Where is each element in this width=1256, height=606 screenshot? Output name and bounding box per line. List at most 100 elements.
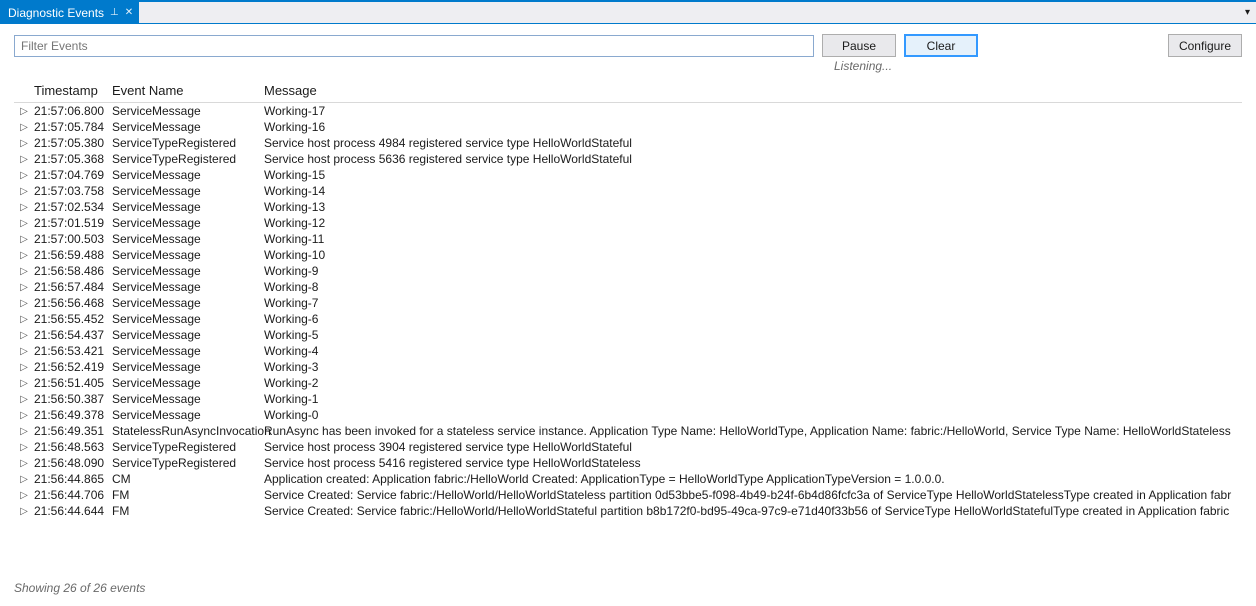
cell-timestamp: 21:56:58.486 <box>34 264 112 278</box>
cell-event-name: ServiceMessage <box>112 232 264 246</box>
expand-icon[interactable]: ▷ <box>14 186 34 197</box>
table-row[interactable]: ▷21:56:57.484ServiceMessageWorking-8 <box>14 279 1242 295</box>
table-row[interactable]: ▷21:56:51.405ServiceMessageWorking-2 <box>14 375 1242 391</box>
cell-message: Service host process 5636 registered ser… <box>264 152 1242 166</box>
expand-icon[interactable]: ▷ <box>14 234 34 245</box>
cell-timestamp: 21:56:49.378 <box>34 408 112 422</box>
expand-icon[interactable]: ▷ <box>14 218 34 229</box>
expand-icon[interactable]: ▷ <box>14 378 34 389</box>
table-row[interactable]: ▷21:56:44.644FMService Created: Service … <box>14 503 1242 519</box>
cell-message: Working-13 <box>264 200 1242 214</box>
expand-icon[interactable]: ▷ <box>14 138 34 149</box>
table-row[interactable]: ▷21:56:55.452ServiceMessageWorking-6 <box>14 311 1242 327</box>
expand-icon[interactable]: ▷ <box>14 474 34 485</box>
grid-header: Timestamp Event Name Message <box>14 79 1242 103</box>
expand-icon[interactable]: ▷ <box>14 282 34 293</box>
table-row[interactable]: ▷21:56:44.706FMService Created: Service … <box>14 487 1242 503</box>
table-row[interactable]: ▷21:57:05.784ServiceMessageWorking-16 <box>14 119 1242 135</box>
expand-icon[interactable]: ▷ <box>14 362 34 373</box>
close-icon[interactable]: ✕ <box>125 7 133 18</box>
cell-timestamp: 21:56:50.387 <box>34 392 112 406</box>
expand-icon[interactable]: ▷ <box>14 298 34 309</box>
table-row[interactable]: ▷21:57:06.800ServiceMessageWorking-17 <box>14 103 1242 119</box>
table-row[interactable]: ▷21:57:03.758ServiceMessageWorking-14 <box>14 183 1242 199</box>
expand-icon[interactable]: ▷ <box>14 426 34 437</box>
expand-icon[interactable]: ▷ <box>14 314 34 325</box>
tab-title: Diagnostic Events <box>8 6 104 20</box>
cell-event-name: CM <box>112 472 264 486</box>
cell-timestamp: 21:56:52.419 <box>34 360 112 374</box>
expand-icon[interactable]: ▷ <box>14 330 34 341</box>
table-row[interactable]: ▷21:56:52.419ServiceMessageWorking-3 <box>14 359 1242 375</box>
table-row[interactable]: ▷21:56:49.351StatelessRunAsyncInvocation… <box>14 423 1242 439</box>
table-row[interactable]: ▷21:56:48.090ServiceTypeRegisteredServic… <box>14 455 1242 471</box>
expand-icon[interactable]: ▷ <box>14 506 34 517</box>
cell-message: Working-4 <box>264 344 1242 358</box>
col-header-event-name[interactable]: Event Name <box>112 83 264 98</box>
table-row[interactable]: ▷21:56:53.421ServiceMessageWorking-4 <box>14 343 1242 359</box>
cell-timestamp: 21:56:51.405 <box>34 376 112 390</box>
cell-timestamp: 21:56:49.351 <box>34 424 112 438</box>
expand-icon[interactable]: ▷ <box>14 490 34 501</box>
cell-event-name: FM <box>112 504 264 518</box>
table-row[interactable]: ▷21:56:58.486ServiceMessageWorking-9 <box>14 263 1242 279</box>
cell-timestamp: 21:57:06.800 <box>34 104 112 118</box>
table-row[interactable]: ▷21:56:59.488ServiceMessageWorking-10 <box>14 247 1242 263</box>
cell-message: Working-17 <box>264 104 1242 118</box>
cell-message: Working-5 <box>264 328 1242 342</box>
cell-event-name: ServiceMessage <box>112 248 264 262</box>
expand-icon[interactable]: ▷ <box>14 442 34 453</box>
cell-event-name: ServiceMessage <box>112 376 264 390</box>
table-row[interactable]: ▷21:56:44.865CMApplication created: Appl… <box>14 471 1242 487</box>
expand-icon[interactable]: ▷ <box>14 106 34 117</box>
table-row[interactable]: ▷21:57:02.534ServiceMessageWorking-13 <box>14 199 1242 215</box>
footer-count: Showing 26 of 26 events <box>0 575 1256 601</box>
cell-event-name: ServiceMessage <box>112 408 264 422</box>
expand-icon[interactable]: ▷ <box>14 202 34 213</box>
cell-message: Service host process 3904 registered ser… <box>264 440 1242 454</box>
expand-icon[interactable]: ▷ <box>14 154 34 165</box>
pause-button[interactable]: Pause <box>822 34 896 57</box>
filter-input[interactable] <box>14 35 814 57</box>
cell-timestamp: 21:57:05.380 <box>34 136 112 150</box>
events-grid: Timestamp Event Name Message ▷21:57:06.8… <box>0 79 1256 575</box>
window-menu-icon[interactable]: ▾ <box>1245 7 1250 18</box>
cell-event-name: FM <box>112 488 264 502</box>
cell-timestamp: 21:56:56.468 <box>34 296 112 310</box>
col-header-message[interactable]: Message <box>264 83 1242 98</box>
expand-icon[interactable]: ▷ <box>14 266 34 277</box>
expand-icon[interactable]: ▷ <box>14 250 34 261</box>
cell-message: Working-14 <box>264 184 1242 198</box>
clear-button[interactable]: Clear <box>904 34 978 57</box>
expand-icon[interactable]: ▷ <box>14 394 34 405</box>
cell-message: Working-16 <box>264 120 1242 134</box>
expand-icon[interactable]: ▷ <box>14 170 34 181</box>
table-row[interactable]: ▷21:57:00.503ServiceMessageWorking-11 <box>14 231 1242 247</box>
table-row[interactable]: ▷21:57:05.380ServiceTypeRegisteredServic… <box>14 135 1242 151</box>
cell-timestamp: 21:56:48.563 <box>34 440 112 454</box>
table-row[interactable]: ▷21:57:04.769ServiceMessageWorking-15 <box>14 167 1242 183</box>
pin-icon[interactable]: ⊥ <box>110 7 119 18</box>
table-row[interactable]: ▷21:56:54.437ServiceMessageWorking-5 <box>14 327 1242 343</box>
tab-diagnostic-events[interactable]: Diagnostic Events ⊥ ✕ <box>0 2 139 23</box>
cell-event-name: ServiceMessage <box>112 216 264 230</box>
configure-button[interactable]: Configure <box>1168 34 1242 57</box>
col-header-timestamp[interactable]: Timestamp <box>34 83 112 98</box>
table-row[interactable]: ▷21:56:56.468ServiceMessageWorking-7 <box>14 295 1242 311</box>
table-row[interactable]: ▷21:57:01.519ServiceMessageWorking-12 <box>14 215 1242 231</box>
cell-event-name: ServiceMessage <box>112 296 264 310</box>
expand-icon[interactable]: ▷ <box>14 458 34 469</box>
grid-body[interactable]: ▷21:57:06.800ServiceMessageWorking-17▷21… <box>14 103 1242 571</box>
cell-timestamp: 21:56:54.437 <box>34 328 112 342</box>
cell-message: Working-2 <box>264 376 1242 390</box>
expand-icon[interactable]: ▷ <box>14 346 34 357</box>
table-row[interactable]: ▷21:57:05.368ServiceTypeRegisteredServic… <box>14 151 1242 167</box>
cell-event-name: ServiceMessage <box>112 280 264 294</box>
table-row[interactable]: ▷21:56:49.378ServiceMessageWorking-0 <box>14 407 1242 423</box>
expand-icon[interactable]: ▷ <box>14 122 34 133</box>
table-row[interactable]: ▷21:56:50.387ServiceMessageWorking-1 <box>14 391 1242 407</box>
expand-icon[interactable]: ▷ <box>14 410 34 421</box>
table-row[interactable]: ▷21:56:48.563ServiceTypeRegisteredServic… <box>14 439 1242 455</box>
cell-event-name: StatelessRunAsyncInvocation <box>112 424 264 438</box>
cell-message: Application created: Application fabric:… <box>264 472 1242 486</box>
